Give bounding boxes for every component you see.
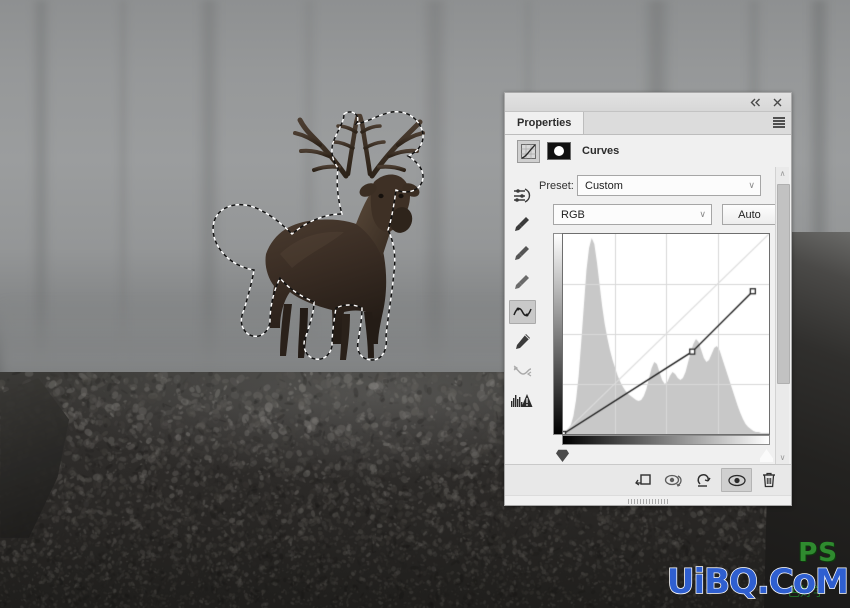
panel-body: Preset: Custom ∨ RGB ∨ Auto ∧ ∨ (505, 167, 791, 464)
panel-tab-strip: Properties (505, 112, 791, 135)
black-input-slider[interactable] (556, 449, 569, 462)
panel-menu-icon[interactable] (773, 117, 785, 128)
curves-tool-column (505, 167, 539, 464)
layer-mask-thumbnail[interactable] (547, 142, 571, 160)
white-point-eyedropper-icon[interactable] (510, 271, 535, 293)
tab-properties-label: Properties (517, 117, 572, 129)
adjustment-header: Curves (505, 135, 791, 167)
auto-button-label: Auto (738, 208, 761, 221)
smooth-curve-icon[interactable] (510, 360, 535, 382)
auto-button[interactable]: Auto (722, 204, 777, 225)
reset-adjustment-button[interactable] (690, 469, 719, 491)
tree-trunk (30, 0, 52, 380)
scroll-up-arrow[interactable]: ∧ (780, 167, 786, 180)
curves-graph[interactable] (562, 233, 770, 435)
scroll-down-arrow[interactable]: ∨ (780, 451, 786, 464)
channel-select[interactable]: RGB ∨ (553, 204, 712, 225)
scrollbar-thumb[interactable] (777, 184, 790, 384)
curves-controls: Preset: Custom ∨ RGB ∨ Auto (539, 167, 791, 464)
preset-select[interactable]: Custom ∨ (577, 175, 761, 196)
panel-bottom-strip (505, 495, 791, 505)
panel-title-bar (505, 93, 791, 112)
close-icon[interactable] (771, 96, 784, 109)
preset-label: Preset: (539, 179, 574, 192)
delete-adjustment-layer-button[interactable] (754, 469, 783, 491)
curves-display-options-icon[interactable] (510, 184, 535, 206)
chevron-down-icon: ∨ (699, 209, 706, 219)
input-gradient-bar (562, 435, 770, 445)
clip-to-layer-button[interactable] (628, 469, 657, 491)
toggle-layer-visibility-button[interactable] (721, 468, 752, 492)
tab-properties[interactable]: Properties (505, 112, 585, 134)
collapse-panel-icon[interactable] (749, 96, 762, 109)
tree-trunk (116, 0, 130, 360)
chevron-down-icon: ∨ (748, 180, 755, 190)
scrollbar-track[interactable] (777, 180, 790, 451)
curves-graph-area[interactable] (553, 233, 773, 462)
tab-strip-filler (584, 112, 791, 134)
panel-resize-grip[interactable] (628, 499, 668, 504)
curves-adjustment-icon (517, 139, 540, 163)
white-input-slider[interactable] (760, 449, 773, 462)
panel-footer (505, 464, 791, 495)
histogram-warning-icon[interactable] (510, 389, 535, 411)
marching-ants-selection (212, 111, 424, 361)
preset-row: Preset: Custom ∨ (539, 175, 791, 196)
panel-scrollbar[interactable]: ∧ ∨ (775, 167, 790, 464)
edit-points-curve-icon[interactable] (508, 300, 536, 324)
black-point-eyedropper-icon[interactable] (510, 213, 535, 235)
view-previous-state-button[interactable] (659, 469, 688, 491)
adjustment-title: Curves (582, 145, 620, 157)
channel-row: RGB ∨ Auto (539, 204, 791, 225)
screenshot-root: PS 色好学 UiBQ.CoM Properties Curves Preset… (0, 0, 850, 608)
pencil-draw-curve-icon[interactable] (510, 331, 535, 353)
properties-panel[interactable]: Properties Curves Preset: Custom ∨ RGB ∨… (504, 92, 792, 506)
preset-value: Custom (585, 179, 623, 192)
channel-value: RGB (561, 208, 585, 221)
curves-plot-canvas[interactable] (563, 234, 769, 434)
gray-point-eyedropper-icon[interactable] (510, 242, 535, 264)
deer-subject[interactable] (196, 104, 450, 366)
